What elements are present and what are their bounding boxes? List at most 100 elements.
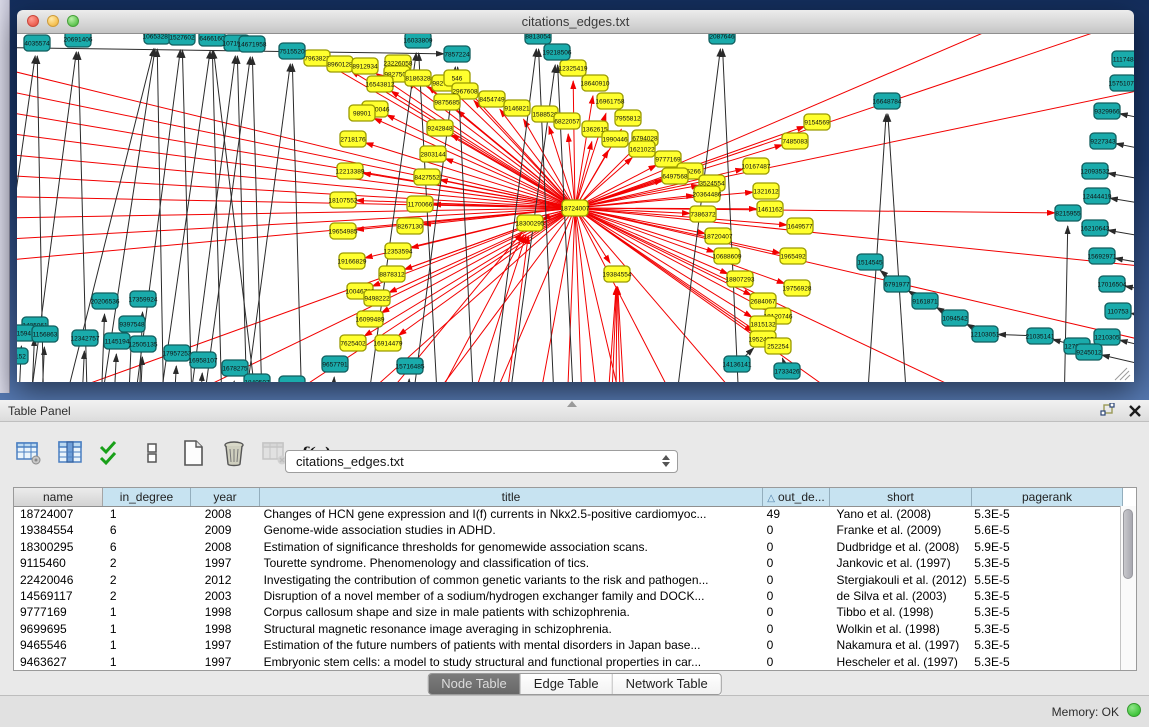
network-node[interactable]: 16543812 [366, 76, 395, 92]
network-node[interactable]: 9329966 [1094, 103, 1120, 119]
network-node[interactable]: 18107552 [329, 192, 358, 208]
network-node[interactable]: 1145194 [104, 333, 130, 349]
table-scrollbar[interactable] [1120, 506, 1136, 670]
table-row[interactable]: 1938455462009Genome-wide association stu… [14, 522, 1121, 538]
table-options-button[interactable] [14, 438, 44, 468]
network-node[interactable]: 98901 [349, 105, 375, 121]
float-window-icon[interactable] [1100, 403, 1115, 422]
network-node[interactable]: 10688609 [713, 248, 742, 264]
network-node[interactable]: 8878312 [379, 266, 405, 282]
network-node[interactable]: 9397548 [119, 316, 145, 332]
network-node[interactable]: 1678275 [222, 360, 248, 376]
table-scrollbar-thumb[interactable] [1123, 509, 1133, 579]
network-node[interactable]: 20364486 [693, 186, 722, 202]
network-node[interactable]: 18300295 [516, 215, 545, 231]
network-node[interactable]: 1094542 [942, 310, 968, 326]
network-node[interactable]: 1733426 [774, 363, 800, 379]
network-node[interactable]: 12444419 [1083, 188, 1112, 204]
network-node[interactable]: 7386372 [690, 206, 716, 222]
network-node[interactable]: 12325419 [559, 60, 588, 76]
network-graph[interactable]: 1872400779638228960128891293423226058982… [17, 34, 1134, 382]
network-node[interactable]: 16099489 [356, 311, 385, 327]
network-node[interactable]: 8267130 [397, 218, 423, 234]
network-node[interactable]: 20206536 [91, 293, 120, 309]
network-node[interactable]: 7955812 [615, 110, 641, 126]
resize-grip-icon[interactable] [1115, 368, 1130, 380]
network-node[interactable]: 10653287 [143, 34, 172, 44]
network-node[interactable]: 12353594 [384, 243, 413, 259]
network-node[interactable]: 1621022 [629, 141, 655, 157]
network-node[interactable]: 12213389 [336, 163, 365, 179]
network-node[interactable]: 1990446 [602, 131, 628, 147]
network-node[interactable]: 16033809 [404, 34, 433, 48]
network-node[interactable]: 7963822 [304, 50, 330, 66]
network-node[interactable]: 16648784 [873, 93, 902, 109]
network-node[interactable]: 18724007 [561, 200, 590, 216]
select-all-button[interactable] [96, 438, 126, 468]
network-node[interactable]: 8215955 [1055, 205, 1081, 221]
network-node[interactable]: 8813054 [525, 34, 551, 44]
network-node[interactable]: 1461162 [757, 201, 783, 217]
network-node[interactable]: 9242848 [427, 120, 453, 136]
network-node[interactable]: 6791977 [884, 276, 910, 292]
network-node[interactable]: 1117483 [1112, 51, 1134, 67]
network-node[interactable]: 21035141 [1026, 328, 1055, 344]
rows-icon-button[interactable] [137, 438, 167, 468]
network-node[interactable]: 9875685 [434, 94, 460, 110]
network-node[interactable]: 9154569 [804, 114, 830, 130]
network-node[interactable]: 1156863 [32, 326, 58, 342]
network-node[interactable]: 1527602 [169, 34, 195, 45]
network-node[interactable]: 17957253 [163, 345, 192, 361]
column-header-short[interactable]: short [830, 488, 972, 506]
network-node[interactable]: 252254 [765, 338, 791, 354]
network-node[interactable]: 10167487 [742, 158, 771, 174]
network-node[interactable]: 15751074 [1109, 75, 1134, 91]
network-node[interactable]: 9227343 [1090, 133, 1116, 149]
network-node[interactable]: 19218506 [543, 44, 572, 60]
network-node[interactable]: 12093532 [1081, 163, 1110, 179]
table-row[interactable]: 946554611997Estimation of the future num… [14, 637, 1121, 653]
network-node[interactable]: 8912934 [352, 58, 378, 74]
network-node[interactable]: 9161871 [912, 293, 938, 309]
network-node[interactable]: 6466160 [199, 34, 225, 46]
network-node[interactable]: 1965492 [780, 248, 806, 264]
tab-network-table[interactable]: Network Table [613, 674, 721, 694]
network-node[interactable]: 15716485 [396, 358, 425, 374]
network-node[interactable]: 7485083 [782, 133, 808, 149]
network-node[interactable]: 6497568 [662, 168, 688, 184]
network-node[interactable]: 14671958 [238, 36, 267, 52]
column-header-pagerank[interactable]: pagerank [972, 488, 1123, 506]
network-node[interactable]: 9498222 [364, 290, 390, 306]
network-node[interactable]: 16210643 [1081, 220, 1110, 236]
network-node[interactable]: 9146821 [504, 100, 530, 116]
network-node[interactable]: 17359924 [129, 291, 158, 307]
network-node[interactable]: 2087646 [709, 34, 735, 44]
table-row[interactable]: 1830029562008Estimation of significance … [14, 539, 1121, 555]
show-columns-button[interactable] [55, 438, 85, 468]
delete-button[interactable] [219, 438, 249, 468]
column-header-out_de[interactable]: △out_de... [763, 488, 830, 506]
network-node[interactable]: 9657791 [322, 356, 348, 372]
network-node[interactable]: 1815132 [750, 316, 776, 332]
network-node[interactable]: 19654985 [329, 223, 358, 239]
network-node[interactable]: 8960128 [327, 56, 353, 72]
network-node[interactable]: 8186328 [405, 70, 431, 86]
table-selector-dropdown[interactable]: citations_edges.txt [285, 450, 678, 473]
network-node[interactable]: 17016504 [1098, 276, 1127, 292]
network-node[interactable]: 2684067 [750, 293, 776, 309]
network-node[interactable]: 9245013 [279, 376, 305, 382]
network-node[interactable]: 1170066 [407, 196, 433, 212]
network-node[interactable]: 8427552 [414, 169, 440, 185]
network-node[interactable]: 110753 [1105, 303, 1131, 319]
network-node[interactable]: 16914479 [374, 335, 403, 351]
network-node[interactable]: 4035574 [24, 35, 50, 51]
network-window[interactable]: citations_edges.txt 18724007796382289601… [17, 10, 1134, 382]
column-header-in_degree[interactable]: in_degree [103, 488, 191, 506]
network-node[interactable]: 9245012 [1076, 344, 1102, 360]
network-node[interactable]: 1514545 [857, 254, 883, 270]
column-header-year[interactable]: year [191, 488, 260, 506]
network-node[interactable]: 19756928 [783, 280, 812, 296]
network-node[interactable]: 8454749 [479, 91, 505, 107]
network-node[interactable]: 1210305 [1094, 329, 1120, 345]
network-canvas[interactable]: 1872400779638228960128891293423226058982… [17, 34, 1134, 382]
